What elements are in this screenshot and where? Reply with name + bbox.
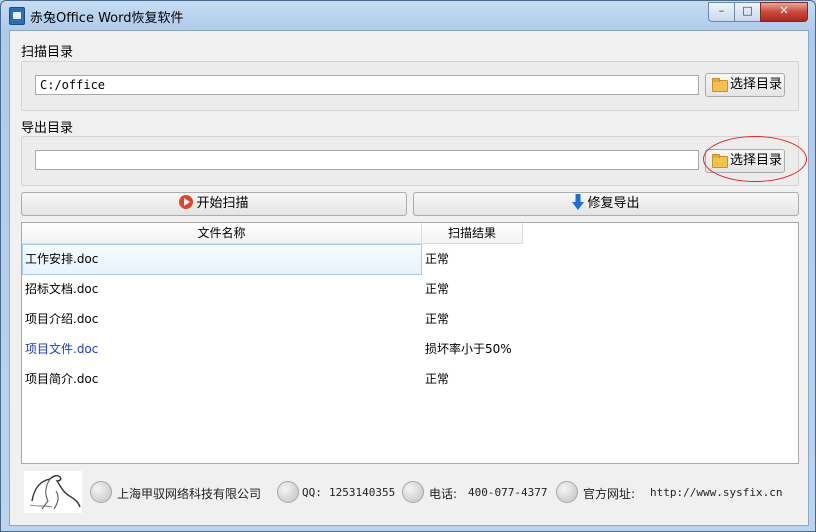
building-icon (90, 481, 112, 503)
repair-export-button[interactable]: 修复导出 (413, 192, 799, 216)
scan-result-cell: 正常 (425, 252, 450, 266)
window-title: 赤兔Office Word恢复软件 (30, 11, 184, 26)
table-row[interactable]: 工作安排.doc 正常 (22, 244, 798, 275)
folder-icon (712, 78, 728, 92)
globe-icon (556, 481, 578, 503)
export-dir-group: 选择目录 (21, 136, 799, 186)
file-name-cell: 招标文档.doc (25, 282, 99, 296)
scan-dir-label: 扫描目录 (21, 45, 74, 60)
file-name-cell: 项目介绍.doc (25, 312, 99, 326)
minimize-button[interactable]: – (708, 2, 735, 22)
highlight-circle-annotation (703, 136, 807, 182)
horse-logo (24, 471, 82, 513)
company-name: 上海甲驭网络科技有限公司 (117, 487, 262, 501)
play-icon (179, 195, 194, 209)
repair-export-label: 修复导出 (587, 196, 640, 211)
website-label: 官方网址: (583, 487, 636, 501)
scan-result-cell: 正常 (425, 312, 450, 326)
table-row[interactable]: 项目文件.doc 损坏率小于50% (22, 334, 798, 364)
scan-dir-choose-label: 选择目录 (730, 77, 783, 92)
table-row[interactable]: 项目简介.doc 正常 (22, 364, 798, 394)
phone-icon (402, 481, 424, 503)
maximize-button[interactable]: □ (734, 2, 761, 22)
table-row[interactable]: 项目介绍.doc 正常 (22, 304, 798, 334)
down-arrow-icon (572, 194, 585, 210)
start-scan-button[interactable]: 开始扫描 (21, 192, 407, 216)
scan-dir-input[interactable]: C:/office (35, 75, 699, 95)
qq-number: 1253140355 (329, 486, 396, 499)
file-name-cell: 项目文件.doc (25, 342, 99, 356)
scan-result-cell: 损坏率小于50% (425, 342, 512, 356)
close-button[interactable]: ✕ (760, 2, 808, 22)
title-bar[interactable]: 赤兔Office Word恢复软件 – □ ✕ (1, 1, 815, 29)
phone-number: 400-077-4377 (468, 486, 548, 499)
column-header-scan-result[interactable]: 扫描结果 (422, 223, 523, 244)
export-dir-label: 导出目录 (21, 121, 74, 136)
table-row[interactable]: 招标文档.doc 正常 (22, 274, 798, 304)
phone-label: 电话: (429, 487, 458, 501)
qq-label: QQ: (302, 486, 322, 499)
scan-dir-group: C:/office 选择目录 (21, 61, 799, 111)
app-icon (9, 7, 25, 25)
file-name-cell: 工作安排.doc (25, 252, 99, 266)
scan-result-cell: 正常 (425, 372, 450, 386)
export-dir-input[interactable] (35, 150, 699, 170)
start-scan-label: 开始扫描 (196, 196, 249, 211)
results-table[interactable]: 文件名称 扫描结果 工作安排.doc 正常 招标文档.doc 正常 项目介绍.d… (21, 222, 799, 464)
scan-result-cell: 正常 (425, 282, 450, 296)
website-link[interactable]: http://www.sysfix.cn (650, 486, 782, 499)
footer-bar: 上海甲驭网络科技有限公司 QQ: 1253140355 电话: 400-077-… (10, 465, 808, 525)
file-name-cell: 项目简介.doc (25, 372, 99, 386)
qq-penguin-icon (277, 481, 299, 503)
app-window: 赤兔Office Word恢复软件 – □ ✕ 扫描目录 C:/office 选… (0, 0, 816, 532)
column-header-file-name[interactable]: 文件名称 (22, 223, 422, 244)
scan-dir-choose-button[interactable]: 选择目录 (705, 73, 785, 97)
client-area: 扫描目录 C:/office 选择目录 导出目录 选择目录 开始扫描 修复导出 … (9, 30, 809, 526)
